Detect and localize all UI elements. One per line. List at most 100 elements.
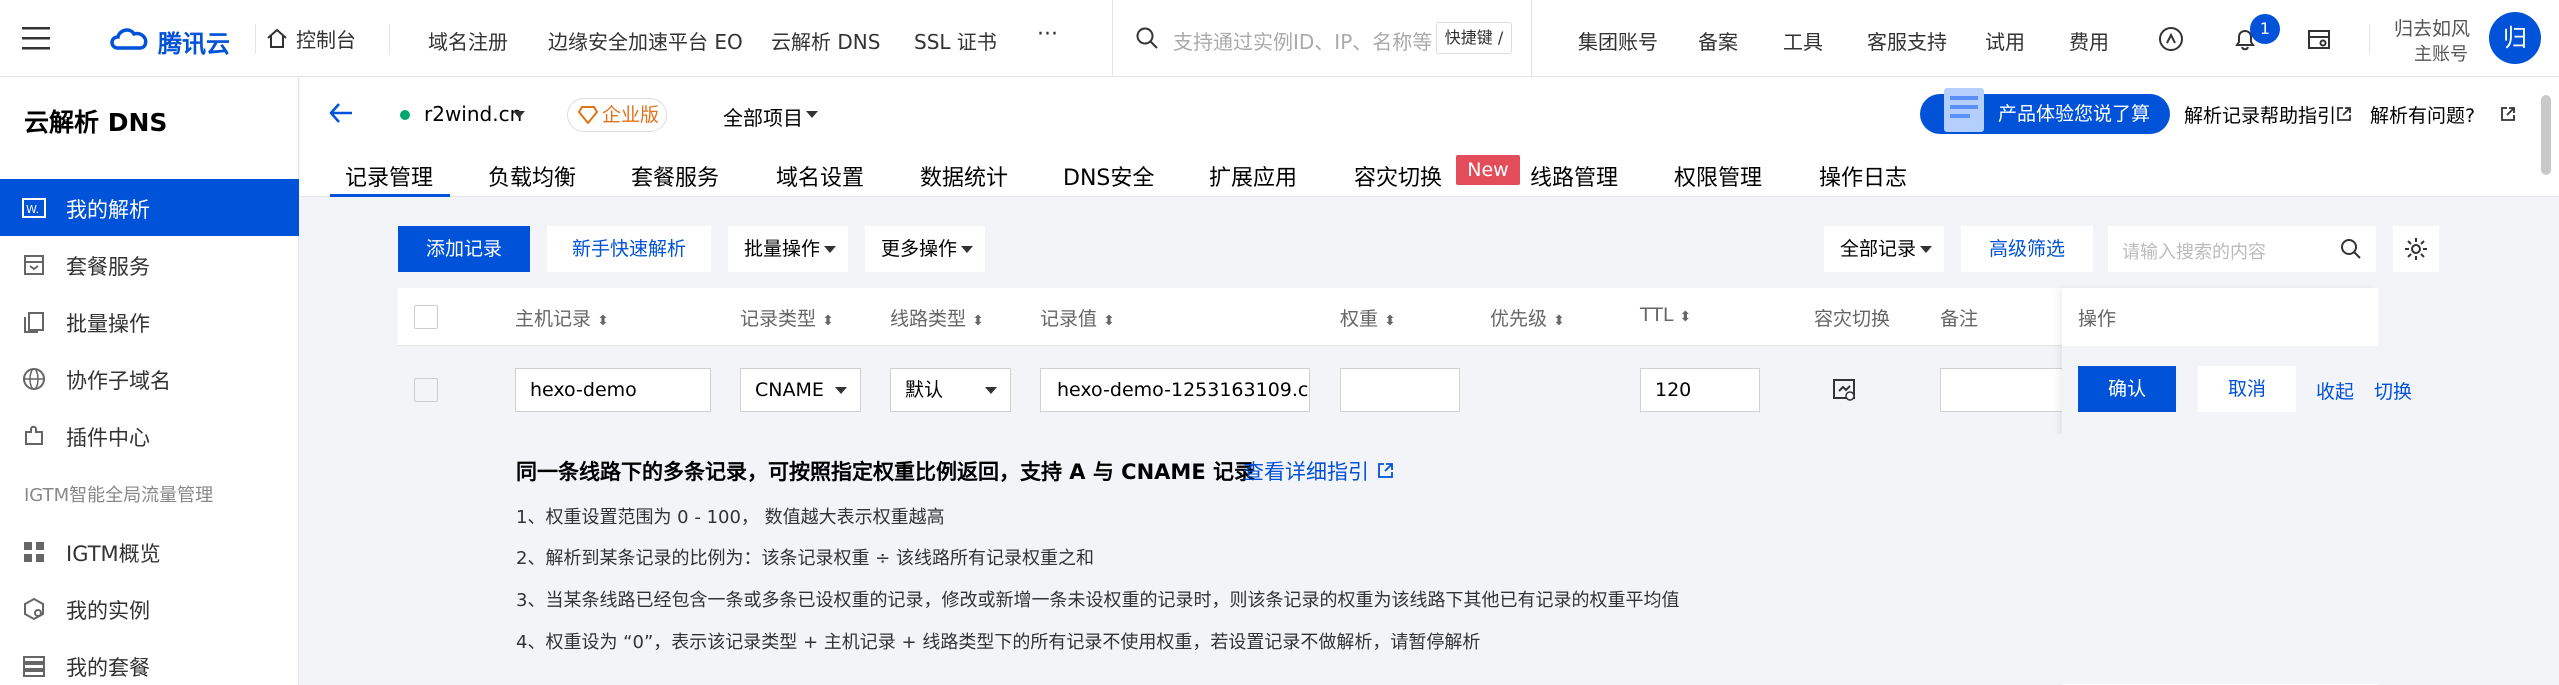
- remark-input[interactable]: [1940, 368, 2064, 412]
- column-ttl[interactable]: TTL ⬍: [1640, 304, 1691, 326]
- nav-cloud-dns[interactable]: 云解析 DNS: [771, 26, 880, 55]
- sidebar-item-label: 协作子域名: [66, 369, 171, 393]
- domain-selector[interactable]: r2wind.cn: [400, 100, 530, 130]
- nav-billing[interactable]: 费用: [2069, 26, 2109, 55]
- record-search-input[interactable]: 请输入搜索的内容: [2122, 238, 2266, 264]
- scrollbar-track[interactable]: [2540, 90, 2552, 680]
- sidebar-item-subdomain[interactable]: 协作子域名: [0, 350, 299, 407]
- host-input[interactable]: hexo-demo: [515, 368, 711, 412]
- select-all-checkbox[interactable]: [414, 305, 438, 329]
- confirm-button[interactable]: 确认: [2078, 366, 2176, 412]
- tencent-cloud-logo[interactable]: 腾讯云: [108, 20, 268, 58]
- settings-button[interactable]: [2393, 226, 2439, 272]
- caret-down-icon: [806, 111, 818, 118]
- workorder-icon[interactable]: [2306, 26, 2332, 52]
- plugin-icon: [25, 425, 43, 445]
- help-question-link[interactable]: 解析有问题?: [2370, 101, 2515, 129]
- tab-operation-log[interactable]: 操作日志: [1819, 160, 1907, 192]
- record-type-value: CNAME: [755, 379, 824, 401]
- back-arrow-icon[interactable]: [328, 101, 354, 125]
- column-operation: 操作: [2078, 304, 2116, 331]
- sidebar-item-batch[interactable]: 批量操作: [0, 293, 299, 350]
- banner-label: 产品体验您说了算: [1998, 103, 2151, 125]
- collapse-link[interactable]: 收起: [2316, 377, 2354, 404]
- ttl-input[interactable]: 120: [1640, 368, 1760, 412]
- tab-extensions[interactable]: 扩展应用: [1209, 160, 1297, 192]
- menu-icon[interactable]: [22, 26, 52, 50]
- column-label: 记录类型: [740, 308, 817, 330]
- tab-package[interactable]: 套餐服务: [631, 160, 719, 192]
- column-label: 容灾切换: [1814, 308, 1891, 330]
- column-line[interactable]: 线路类型 ⬍: [890, 304, 984, 331]
- all-records-label: 全部记录: [1840, 238, 1917, 260]
- column-priority[interactable]: 优先级 ⬍: [1490, 304, 1565, 331]
- top-navbar: 腾讯云 控制台 域名注册 边缘安全加速平台 EO 云解析 DNS SSL 证书 …: [0, 0, 2559, 77]
- column-weight[interactable]: 权重 ⬍: [1340, 304, 1396, 331]
- column-host[interactable]: 主机记录 ⬍: [515, 304, 609, 331]
- svg-text:W.: W.: [26, 203, 39, 216]
- edition-badge: 企业版: [567, 98, 667, 132]
- nav-trial[interactable]: 试用: [1985, 26, 2025, 55]
- nav-filing[interactable]: 备案: [1698, 26, 1738, 55]
- column-label: 操作: [2078, 308, 2117, 330]
- logo-text: 腾讯云: [158, 30, 230, 58]
- info-link-label: 查看详细指引: [1243, 460, 1369, 484]
- active-tab-indicator: [330, 194, 450, 197]
- more-ops-dropdown[interactable]: 更多操作: [865, 226, 985, 272]
- list-icon: [23, 656, 45, 677]
- console-link[interactable]: 控制台: [266, 24, 366, 54]
- user-name[interactable]: 归去如风: [2394, 14, 2470, 41]
- nav-edgeone[interactable]: 边缘安全加速平台 EO: [548, 26, 743, 55]
- sidebar-item-igtm-package[interactable]: 我的套餐: [0, 637, 299, 685]
- all-records-dropdown[interactable]: 全部记录: [1824, 226, 1944, 272]
- record-value-input[interactable]: hexo-demo-1253163109.cos-: [1040, 368, 1310, 412]
- advanced-filter-button[interactable]: 高级筛选: [1961, 226, 2093, 272]
- info-detail-link[interactable]: 查看详细指引: [1243, 456, 1403, 484]
- home-icon: [267, 28, 287, 48]
- nav-tools[interactable]: 工具: [1783, 26, 1823, 55]
- quick-resolve-button[interactable]: 新手快速解析: [547, 226, 711, 272]
- add-record-button[interactable]: 添加记录: [398, 226, 530, 272]
- nav-support[interactable]: 客服支持: [1867, 26, 1947, 55]
- tab-records[interactable]: 记录管理: [345, 160, 433, 192]
- row-checkbox[interactable]: [414, 378, 438, 402]
- feedback-banner-button[interactable]: 产品体验您说了算: [1920, 88, 2170, 134]
- column-value[interactable]: 记录值 ⬍: [1040, 304, 1115, 331]
- avatar[interactable]: 归: [2489, 12, 2541, 64]
- nav-more-button[interactable]: ···: [1037, 22, 1058, 47]
- batch-ops-dropdown[interactable]: 批量操作: [728, 226, 848, 272]
- sidebar-item-package[interactable]: 套餐服务: [0, 236, 299, 293]
- tab-load-balance[interactable]: 负载均衡: [488, 160, 576, 192]
- assistant-icon[interactable]: [2158, 26, 2184, 52]
- tab-line-management[interactable]: 线路管理: [1530, 160, 1618, 192]
- weight-input[interactable]: [1340, 368, 1460, 412]
- tab-permissions[interactable]: 权限管理: [1674, 160, 1762, 192]
- nav-domain-register[interactable]: 域名注册: [428, 26, 508, 55]
- search-input[interactable]: 支持通过实例ID、IP、名称等: [1173, 26, 1432, 55]
- help-guide-link[interactable]: 解析记录帮助指引: [2184, 101, 2374, 129]
- record-type-select[interactable]: CNAME: [740, 368, 861, 412]
- cancel-button[interactable]: 取消: [2198, 366, 2296, 412]
- disaster-switch-icon[interactable]: [1832, 378, 1856, 402]
- column-remark: 备注: [1940, 304, 1978, 331]
- sidebar-item-igtm-instance[interactable]: 我的实例: [0, 580, 299, 637]
- nav-ssl[interactable]: SSL 证书: [914, 26, 997, 55]
- tab-dns-security[interactable]: DNS安全: [1063, 160, 1154, 192]
- tab-domain-settings[interactable]: 域名设置: [776, 160, 864, 192]
- column-disaster-switch: 容灾切换: [1814, 304, 1890, 331]
- info-line: 1、权重设置范围为 0 - 100， 数值越大表示权重越高: [516, 507, 945, 528]
- sidebar-item-my-dns[interactable]: W. 我的解析: [0, 179, 299, 236]
- scrollbar-thumb[interactable]: [2541, 95, 2551, 175]
- tab-statistics[interactable]: 数据统计: [920, 160, 1008, 192]
- project-selector[interactable]: 全部项目: [723, 100, 833, 130]
- sidebar-item-plugin[interactable]: 插件中心: [0, 407, 299, 464]
- new-badge: New: [1456, 155, 1520, 185]
- tab-disaster-switch[interactable]: 容灾切换: [1354, 160, 1442, 192]
- line-type-select[interactable]: 默认: [890, 368, 1011, 412]
- sidebar-item-igtm-overview[interactable]: IGTM概览: [0, 523, 299, 580]
- column-label: 权重: [1340, 308, 1379, 330]
- switch-link[interactable]: 切换: [2374, 377, 2412, 404]
- column-type[interactable]: 记录类型 ⬍: [740, 304, 834, 331]
- record-search[interactable]: 请输入搜索的内容: [2108, 226, 2376, 272]
- nav-group-account[interactable]: 集团账号: [1578, 26, 1658, 55]
